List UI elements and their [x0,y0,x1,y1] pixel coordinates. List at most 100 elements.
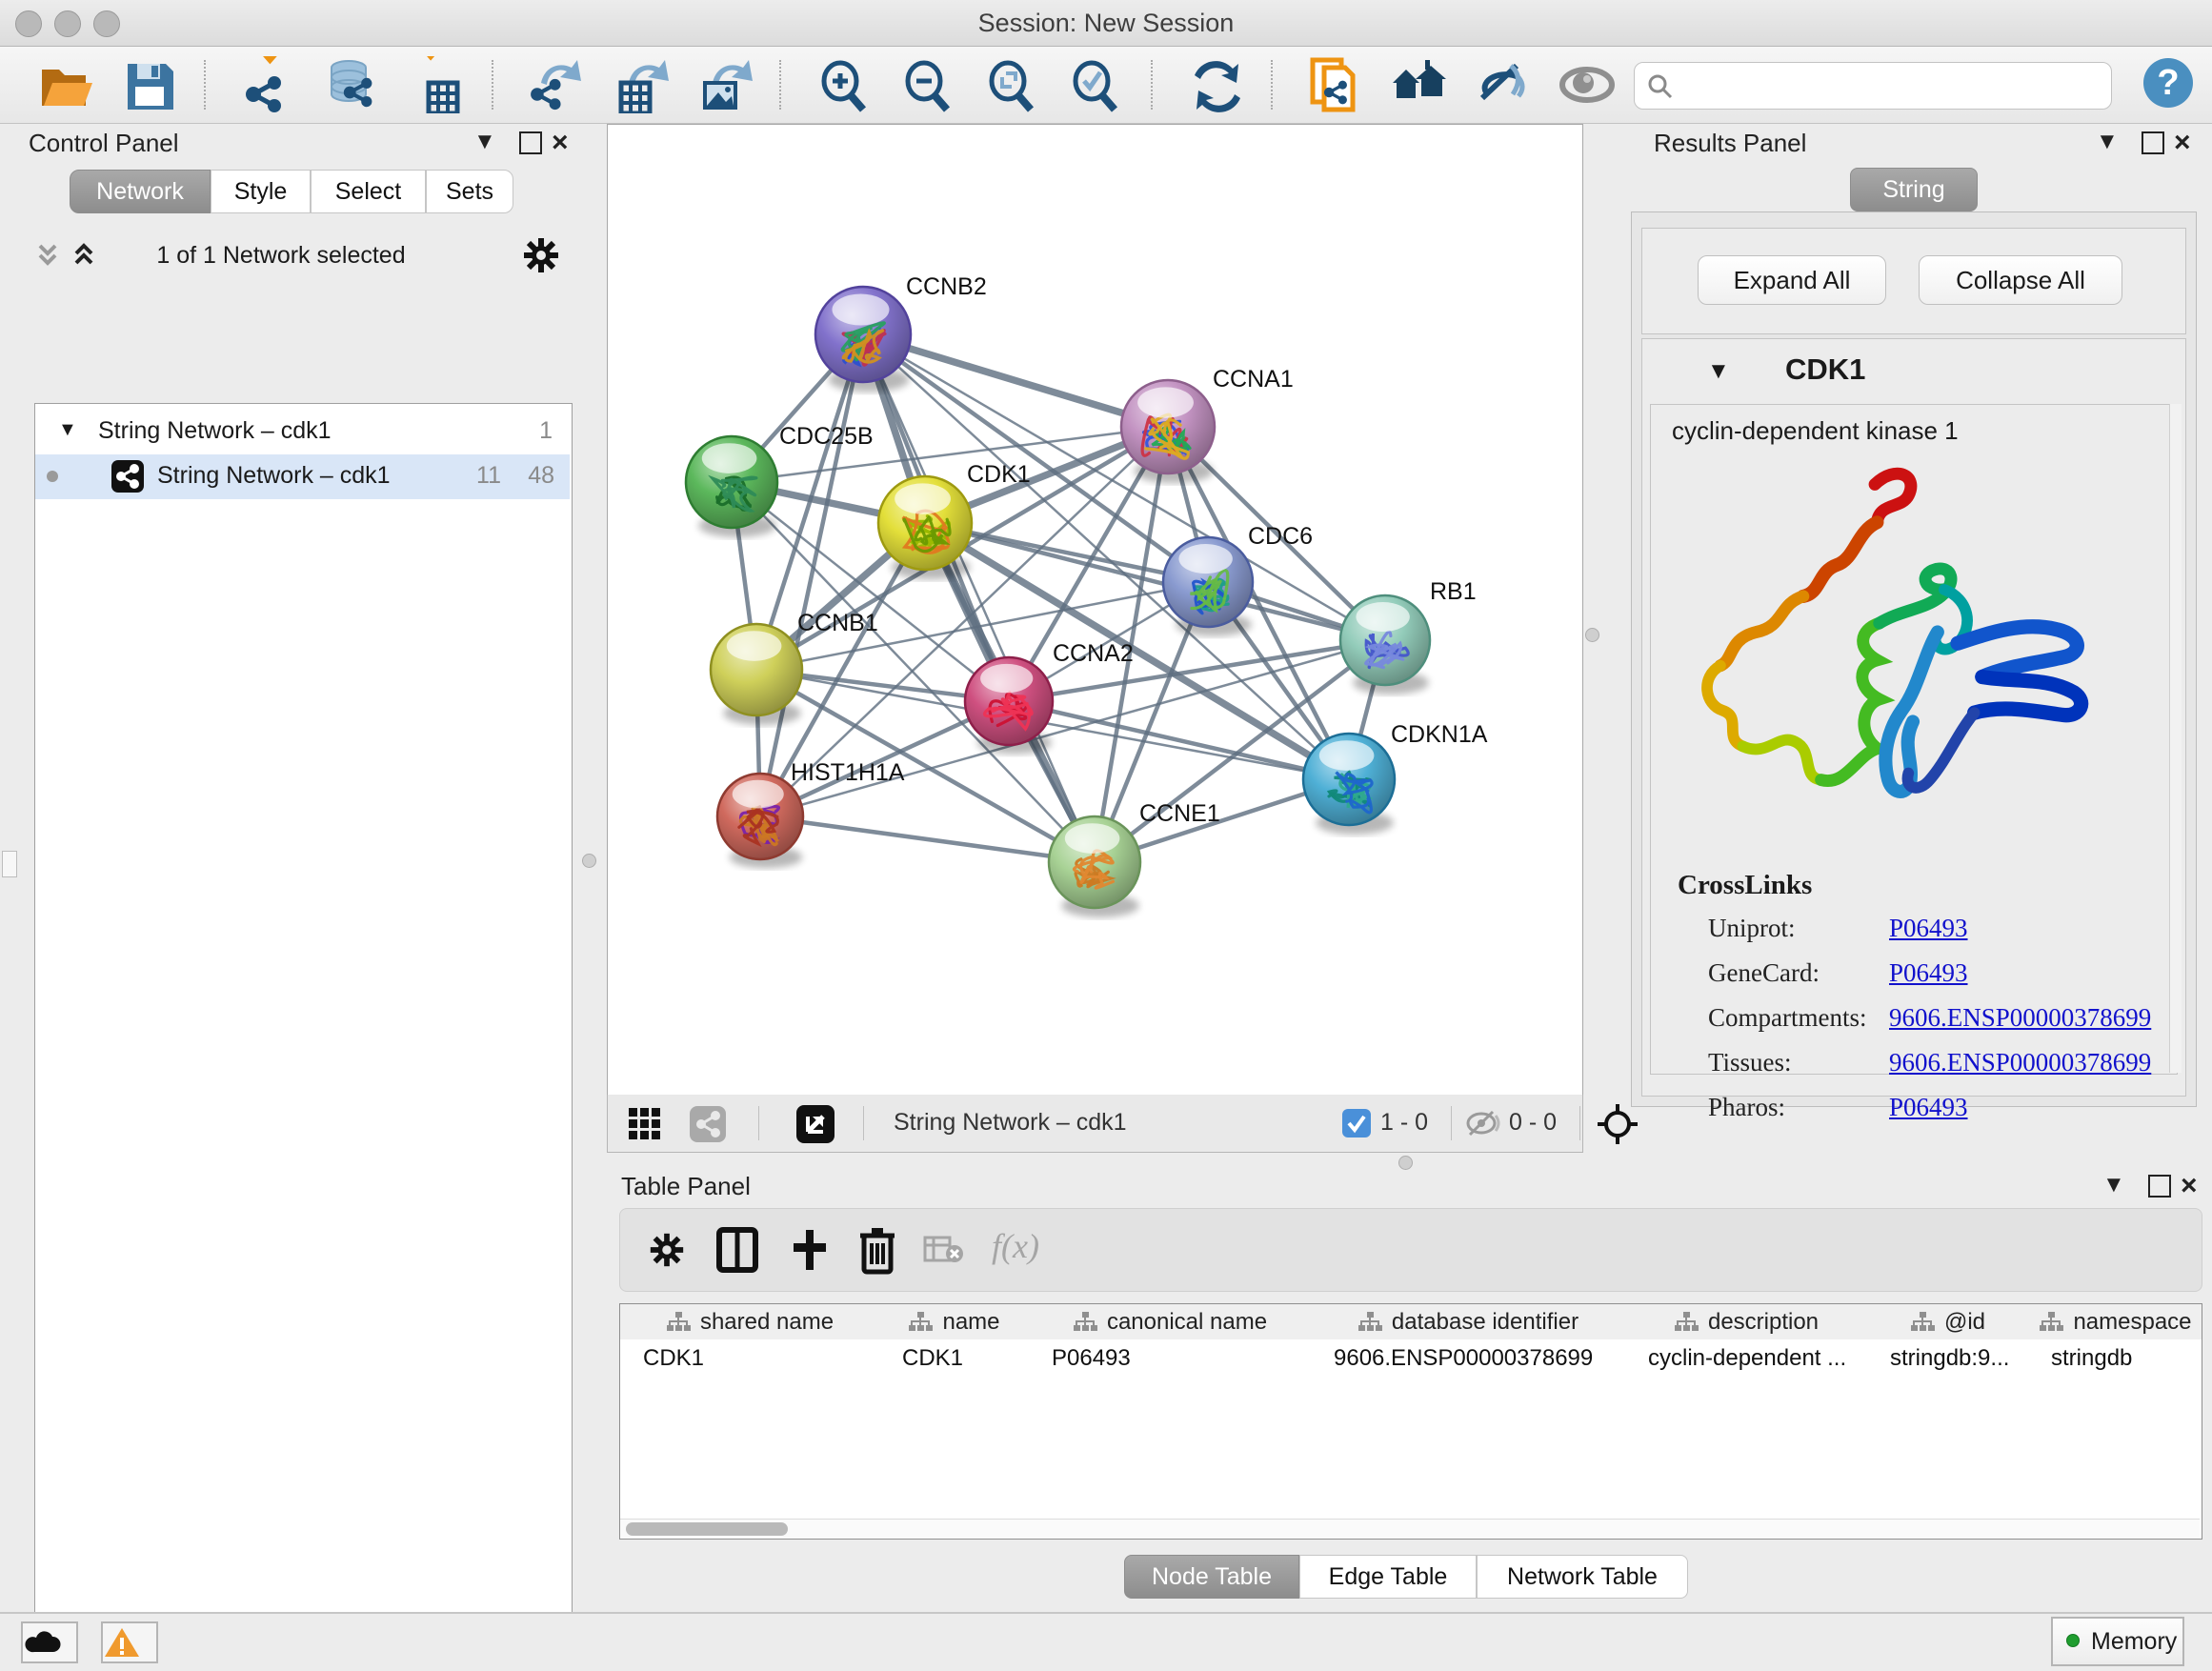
network-overview-icon[interactable] [690,1106,726,1142]
node-CCNB2[interactable] [815,287,911,382]
table-cell[interactable]: stringdb:9... [1867,1340,2028,1377]
tab-sets[interactable]: Sets [426,170,513,213]
network-view-toolbar: String Network – cdk1 1 - 0 0 - 0 [607,1095,1583,1153]
column-header-namespace[interactable]: namespace [2028,1304,2202,1339]
zoom-fit-icon[interactable] [983,56,1040,113]
hide-labels-icon[interactable] [1475,56,1532,113]
node-CCNA2[interactable] [965,657,1053,745]
tab-select[interactable]: Select [311,170,426,213]
node-label-CCNA1: CCNA1 [1213,366,1294,393]
table-hscrollbar[interactable] [620,1519,2200,1539]
crosslink-value-link[interactable]: P06493 [1889,958,1968,988]
crosslink-value-link[interactable]: P06493 [1889,914,1968,943]
selected-checkbox-icon[interactable] [1342,1109,1371,1137]
node-CDKN1A[interactable] [1303,734,1395,825]
home-icon[interactable] [1391,56,1448,113]
search-input[interactable] [1684,67,2098,103]
network-collection-row[interactable]: ▼ String Network – cdk1 1 [35,410,570,454]
node-CDC25B[interactable] [686,436,777,528]
tab-node-table[interactable]: Node Table [1124,1555,1299,1599]
edge-CCNB2-HIST1H1A[interactable] [760,334,863,816]
right-splitter-handle[interactable] [1585,628,1599,642]
expand-all-icon[interactable] [72,240,114,274]
table-cell[interactable]: cyclin-dependent ... [1625,1340,1867,1377]
column-header-name[interactable]: name [879,1304,1030,1339]
birds-eye-grid-icon[interactable] [629,1108,661,1140]
table-panel-maximize-icon[interactable] [2148,1175,2171,1198]
edge-CCNA2-CDKN1A[interactable] [1009,701,1349,779]
gear-icon[interactable] [520,234,562,276]
collapse-all-button[interactable]: Collapse All [1919,255,2122,305]
results-scrollbar[interactable] [2169,404,2182,1073]
table-panel-close-icon[interactable]: × [2181,1177,2198,1196]
column-header--id[interactable]: @id [1867,1304,2029,1339]
tab-string[interactable]: String [1850,168,1978,211]
column-header-canonical-name[interactable]: canonical name [1029,1304,1312,1339]
results-panel-float-icon[interactable]: ▼ [2096,129,2119,155]
tab-network[interactable]: Network [70,170,211,213]
column-header-shared-name[interactable]: shared name [620,1304,880,1339]
node-HIST1H1A[interactable] [717,774,803,859]
crosslink-value-link[interactable]: P06493 [1889,1093,1968,1122]
help-button[interactable]: ? [2143,58,2193,108]
import-database-icon[interactable] [324,56,381,113]
import-network-icon[interactable] [240,56,297,113]
eye-icon[interactable] [1558,56,1616,113]
import-table-icon[interactable] [408,56,465,113]
crosslink-value-link[interactable]: 9606.ENSP00000378699 [1889,1003,2151,1033]
node-CDK1[interactable] [878,476,972,570]
node-CDC6[interactable] [1163,537,1253,627]
column-header-database-identifier[interactable]: database identifier [1311,1304,1626,1339]
table-cell[interactable]: CDK1 [620,1340,879,1377]
node-CCNE1[interactable] [1049,816,1140,908]
column-header-description[interactable]: description [1625,1304,1868,1339]
protein-collapse-arrow[interactable]: ▼ [1707,358,1730,385]
export-network-icon[interactable] [528,56,585,113]
toolbar-separator [204,60,206,110]
network-canvas[interactable]: CCNB2CCNA1CDC25BCDK1CDC6RB1CCNB1CCNA2CDK… [607,124,1583,1096]
warnings-button[interactable] [101,1621,158,1663]
control-panel-close-icon[interactable]: × [552,133,569,152]
open-file-icon[interactable] [36,56,93,113]
network-row-selected[interactable]: String Network – cdk1 11 48 [35,454,570,499]
memory-button[interactable]: Memory [2051,1617,2184,1666]
bar-separator [758,1106,759,1140]
table-cell[interactable]: CDK1 [879,1340,1029,1377]
add-column-icon[interactable] [788,1226,832,1274]
control-panel-float-icon[interactable]: ▼ [473,129,496,155]
edge-HIST1H1A-CCNE1[interactable] [760,816,1095,862]
table-gear-icon[interactable] [647,1230,687,1270]
refresh-icon[interactable] [1187,56,1244,113]
tab-style[interactable]: Style [211,170,311,213]
zoom-in-icon[interactable] [815,56,873,113]
delete-column-trash-icon[interactable] [856,1224,898,1276]
results-panel-close-icon[interactable]: × [2174,133,2191,152]
panel-collapse-grip[interactable] [2,851,17,877]
expand-all-button[interactable]: Expand All [1698,255,1886,305]
collection-expand-arrow[interactable]: ▼ [58,419,77,441]
export-image-icon[interactable] [695,56,753,113]
zoom-selected-icon[interactable] [1067,56,1124,113]
left-splitter-handle[interactable] [582,854,596,868]
node-CCNB1[interactable] [711,624,802,715]
zoom-out-icon[interactable] [899,56,956,113]
save-session-icon[interactable] [120,56,177,113]
table-cell[interactable]: P06493 [1029,1340,1311,1377]
results-panel-maximize-icon[interactable] [2142,131,2164,154]
tab-network-table[interactable]: Network Table [1477,1555,1688,1599]
table-cell[interactable]: 9606.ENSP00000378699 [1311,1340,1625,1377]
open-in-new-icon[interactable] [796,1105,835,1143]
cloud-button[interactable] [21,1621,78,1663]
select-columns-icon[interactable] [715,1226,759,1274]
node-RB1[interactable] [1340,595,1430,685]
node-CCNA1[interactable] [1121,380,1215,473]
table-panel-float-icon[interactable]: ▼ [2102,1172,2125,1198]
clipboard-network-icon[interactable] [1307,56,1364,113]
export-table-icon[interactable] [612,56,669,113]
tab-edge-table[interactable]: Edge Table [1299,1555,1477,1599]
table-hscroll-thumb[interactable] [626,1522,788,1536]
table-cell[interactable]: stringdb [2028,1340,2202,1377]
crosslink-value-link[interactable]: 9606.ENSP00000378699 [1889,1048,2151,1077]
control-panel-maximize-icon[interactable] [519,131,542,154]
network-selected-status: 1 of 1 Network selected [124,242,438,270]
